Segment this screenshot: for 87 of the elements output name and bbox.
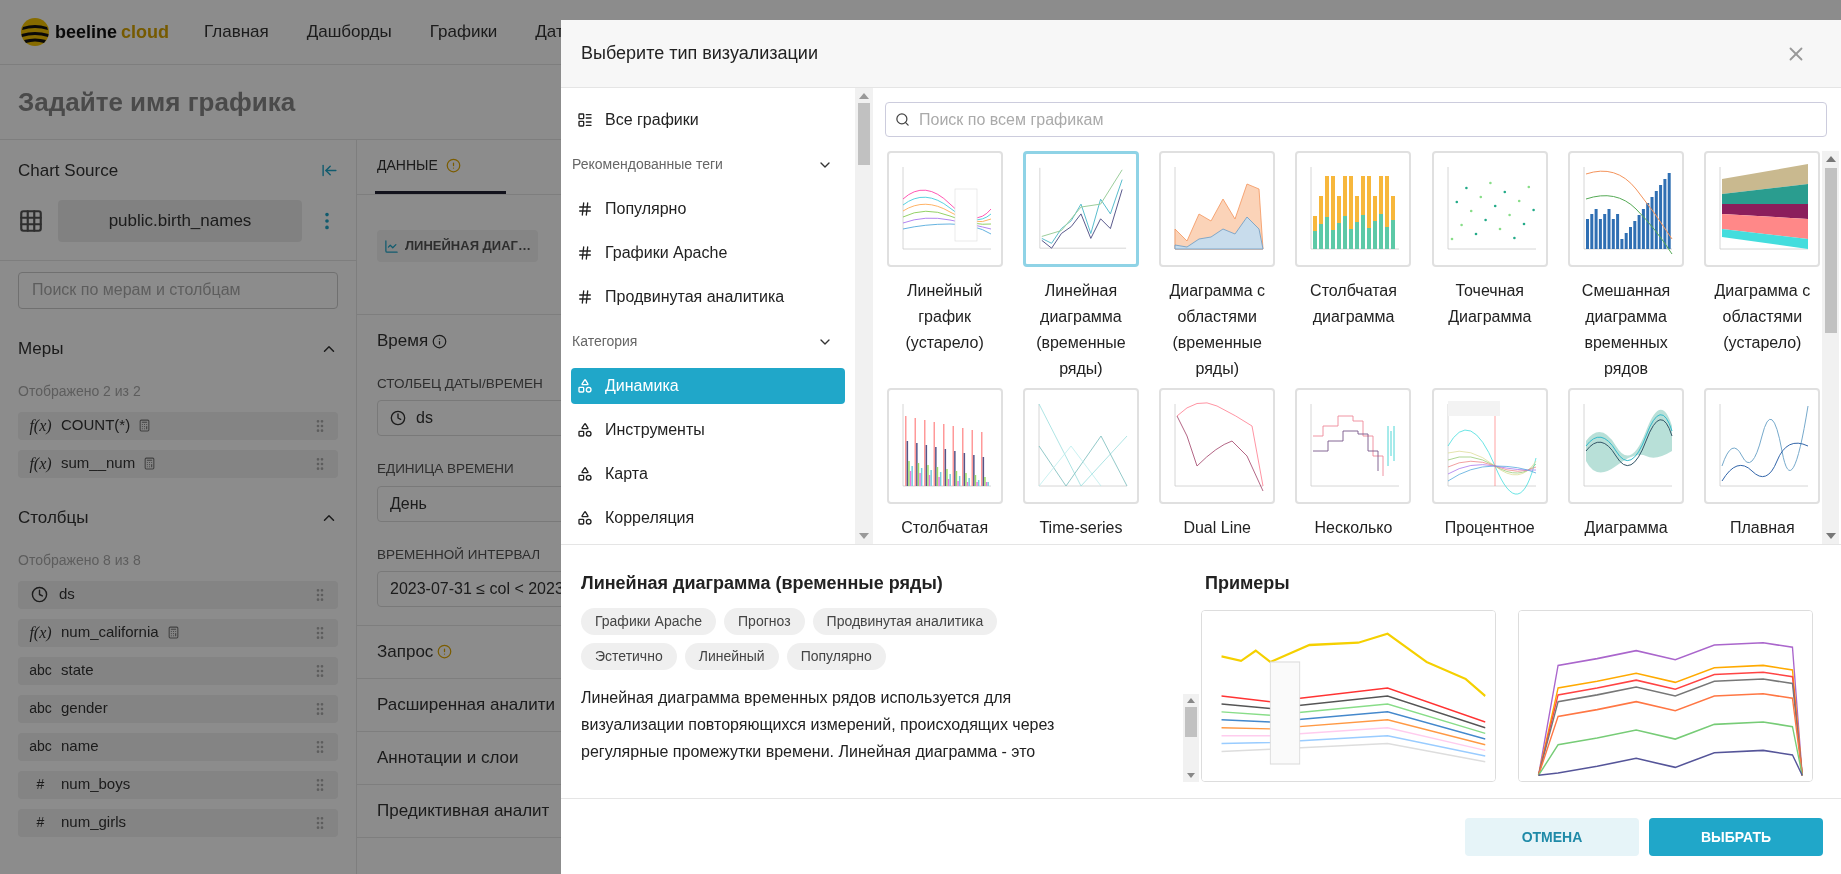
field-item[interactable]: abc name	[18, 732, 338, 761]
field-item[interactable]: abc state	[18, 656, 338, 685]
type-label: f(x)	[28, 622, 53, 644]
shapes-icon	[577, 466, 593, 482]
scrollbar[interactable]	[1183, 694, 1199, 782]
table-icon	[18, 207, 44, 234]
logo-accent: cloud	[121, 20, 170, 44]
shapes-icon	[577, 378, 593, 394]
chart-title[interactable]: Задайте имя графика	[18, 82, 296, 122]
type-label: #	[35, 813, 46, 832]
sidebar-item[interactable]: Продвинутая аналитика	[571, 279, 845, 315]
type-label: #	[35, 775, 46, 794]
field-label: СТОЛБЕЦ ДАТЫ/ВРЕМЕН	[377, 375, 543, 393]
field-name: name	[61, 736, 99, 757]
tag-chip: Продвинутая аналитика	[812, 608, 998, 635]
hash-icon	[577, 289, 593, 305]
section-title: Столбцы	[18, 506, 89, 529]
tag-chip: Эстетично	[581, 643, 677, 670]
sidebar-item[interactable]: Популярно	[571, 191, 845, 227]
chart-search-field[interactable]: Поиск по всем графикам	[885, 102, 1827, 137]
examples-title: Примеры	[1205, 572, 1291, 595]
scrollbar[interactable]	[855, 88, 873, 544]
type-label: f(x)	[28, 453, 53, 475]
section-title: Меры	[18, 337, 64, 360]
nav-link[interactable]: Дат	[535, 19, 564, 45]
field-item[interactable]: # num_girls	[18, 808, 338, 837]
field-item[interactable]: # num_boys	[18, 770, 338, 799]
clock-icon	[31, 586, 48, 603]
field-label: ВРЕМЕННОЙ ИНТЕРВАЛ	[377, 545, 541, 564]
field-label: ЕДИНИЦА ВРЕМЕНИ	[377, 460, 514, 479]
sidebar-item[interactable]: Динамика	[571, 368, 845, 404]
panel-tab[interactable]: ДАННЫЕ	[375, 140, 506, 194]
chart-description: Линейная диаграмма временных рядов используется для визуализации повторяющихся измерений, происходящих через регулярные промежутки времени. Линейная диаграмма - это	[581, 688, 1056, 762]
hash-icon	[577, 201, 593, 217]
section-title[interactable]: Расширенная аналити	[377, 692, 555, 718]
info-icon	[432, 333, 448, 349]
scrollbar[interactable]	[1822, 151, 1839, 544]
field-name: num_california	[61, 622, 159, 643]
group-title: Рекомендованные теги	[572, 155, 723, 174]
field-item[interactable]: f(x) sum__num	[18, 449, 338, 478]
field-name: ds	[59, 584, 75, 605]
cancel-button[interactable]: ОТМЕНА	[1465, 818, 1639, 856]
nav-link[interactable]: Графики	[429, 19, 498, 45]
sidebar-item[interactable]: Все графики	[571, 102, 845, 138]
type-label: abc	[28, 699, 53, 718]
nav-link[interactable]: Главная	[204, 19, 269, 45]
select-button[interactable]: ВЫБРАТЬ	[1649, 818, 1823, 856]
search-icon	[895, 112, 910, 127]
group-title: Категория	[572, 332, 638, 351]
type-label: abc	[28, 661, 53, 680]
section-title: Время	[377, 330, 429, 353]
list-icon	[577, 112, 593, 128]
field-name: num_boys	[61, 774, 131, 795]
section-title[interactable]: Запрос	[377, 639, 434, 665]
field-item[interactable]: ds	[18, 580, 338, 609]
logo-icon	[20, 17, 50, 47]
logo-name: beeline	[55, 20, 118, 44]
clock-icon	[390, 410, 406, 427]
line-chart-icon	[384, 238, 399, 254]
type-label: f(x)	[28, 415, 53, 437]
chart-type-option[interactable]: Линейная диаграмма (временные ряды)	[1021, 151, 1141, 382]
shapes-icon	[577, 422, 593, 438]
field-name: gender	[61, 698, 108, 719]
chart-type-option[interactable]: Диаграмма с областями (временные ряды)	[1157, 151, 1277, 382]
section-title[interactable]: Предиктивная аналит	[377, 798, 550, 824]
tag-chip: Графики Apache	[581, 608, 717, 635]
field-item[interactable]: f(x) COUNT(*)	[18, 411, 338, 440]
field-name: COUNT(*)	[61, 415, 131, 436]
panel-title: Chart Source	[18, 160, 119, 182]
field-name: sum__num	[61, 453, 136, 474]
nav-link[interactable]: Дашборды	[306, 19, 392, 45]
type-label: abc	[28, 737, 53, 756]
tag-chip: Линейный	[684, 643, 779, 670]
chart-type-option[interactable]: Смешанная диаграмма временных рядов	[1566, 151, 1686, 382]
sidebar-item[interactable]: Графики Apache	[571, 235, 845, 271]
tag-chip: Прогноз	[724, 608, 805, 635]
dataset-name[interactable]: public.birth_names	[58, 199, 302, 242]
dialog-title: Выберите тип визуализации	[581, 42, 818, 65]
field-item[interactable]: f(x) num_california	[18, 618, 338, 647]
field-name: state	[61, 660, 94, 681]
tag-chip: Популярно	[786, 643, 886, 670]
field-name: num_girls	[61, 812, 127, 833]
field-item[interactable]: abc gender	[18, 694, 338, 723]
hash-icon	[577, 245, 593, 261]
visualization-button[interactable]: ЛИНЕЙНАЯ ДИАГ…	[377, 230, 538, 262]
section-title[interactable]: Аннотации и слои	[377, 745, 519, 771]
shapes-icon	[577, 510, 593, 526]
